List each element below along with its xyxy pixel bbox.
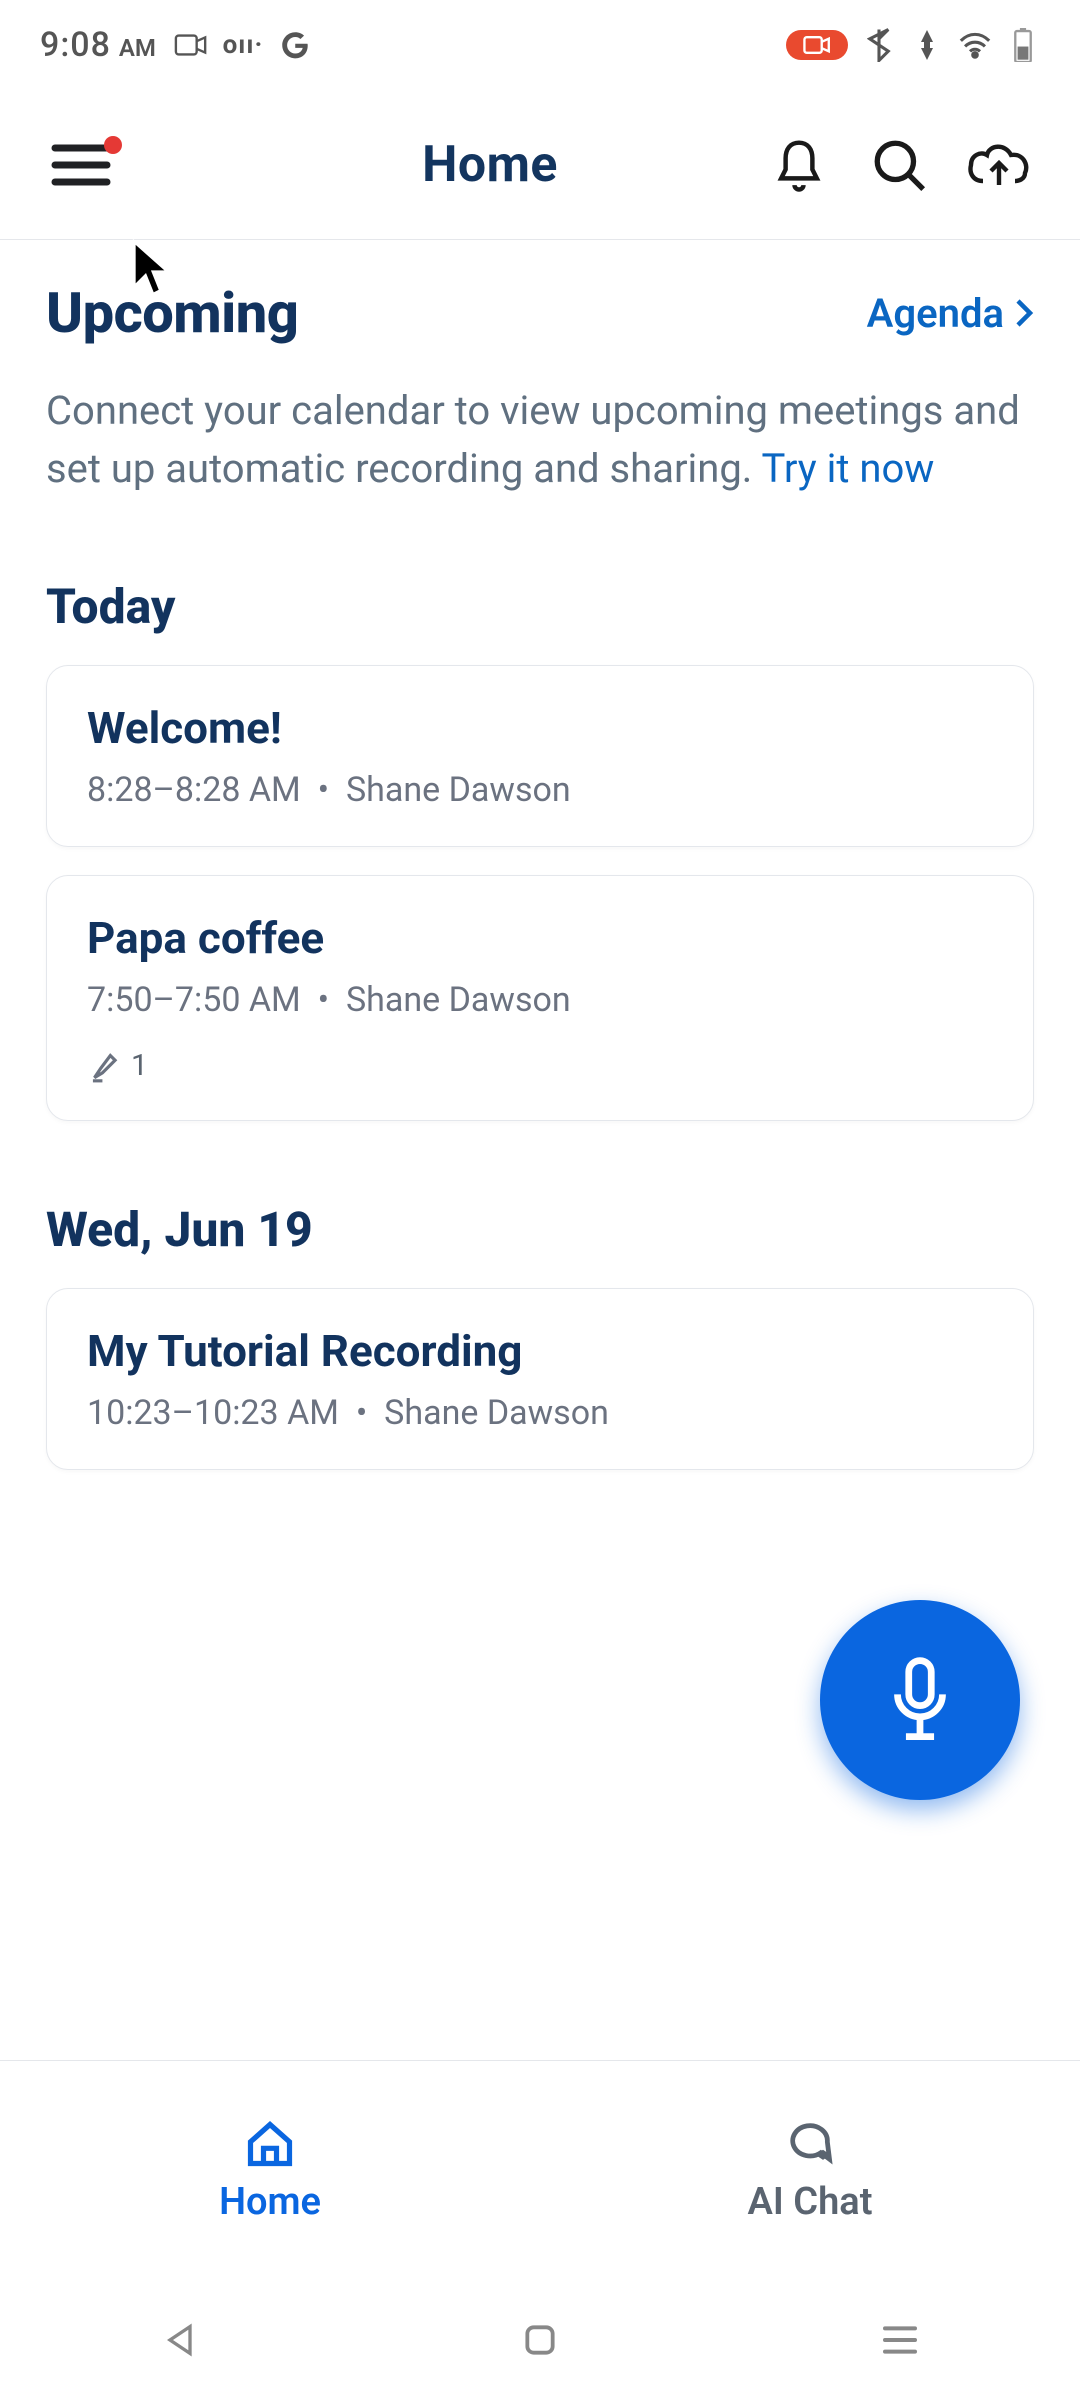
data-sync-icon [910,30,944,60]
meta-separator: • [309,980,346,1020]
recording-time: 7:50–7:50 AM [87,980,301,1020]
meta-separator: • [309,770,346,810]
highlighter-icon [87,1046,121,1084]
recording-owner: Shane Dawson [384,1393,609,1433]
camera-indicator-icon [174,30,208,60]
bottom-tab-bar: Home AI Chat [0,2060,1080,2280]
tab-ai-chat-label: AI Chat [748,2180,873,2224]
recording-meta: 10:23–10:23 AM • Shane Dawson [87,1393,993,1433]
tab-home-label: Home [219,2180,321,2224]
cloud-upload-button[interactable] [964,130,1034,200]
status-right [786,30,1040,60]
bluetooth-icon [862,30,896,60]
section-heading-date: Wed, Jun 19 [46,1201,1034,1258]
status-time-ampm: AM [119,34,156,62]
recording-owner: Shane Dawson [346,980,571,1020]
screen-record-indicator-icon [786,30,848,60]
nav-back-button[interactable] [150,2310,210,2370]
recording-title: Welcome! [87,702,993,754]
status-left: 9:08 AM oıı· [40,25,312,65]
recording-meta: 8:28–8:28 AM • Shane Dawson [87,770,993,810]
status-bar: 9:08 AM oıı· [0,0,1080,90]
audio-level-icon: oıı· [226,30,260,60]
highlight-count: 1 [131,1048,148,1083]
upcoming-title: Upcoming [46,280,298,346]
recording-owner: Shane Dawson [346,770,571,810]
agenda-link[interactable]: Agenda [867,290,1034,337]
chat-sparkle-icon [784,2118,836,2170]
calendar-connect-promo: Connect your calendar to view upcoming m… [46,382,1034,498]
wifi-icon [958,30,992,60]
try-it-now-link[interactable]: Try it now [762,445,935,492]
recording-card[interactable]: Papa coffee 7:50–7:50 AM • Shane Dawson … [46,875,1034,1121]
menu-notification-dot-icon [104,136,122,154]
nav-recents-button[interactable] [870,2310,930,2370]
tab-home[interactable]: Home [0,2061,540,2280]
section-heading-today: Today [46,578,1034,635]
page-title: Home [246,136,734,194]
agenda-link-label: Agenda [867,290,1004,337]
upcoming-header-row: Upcoming Agenda [46,280,1034,346]
system-nav-bar [0,2280,1080,2400]
app-bar: Home [0,90,1080,240]
recording-card[interactable]: My Tutorial Recording 10:23–10:23 AM • S… [46,1288,1034,1470]
recording-highlights: 1 [87,1046,993,1084]
battery-icon [1006,30,1040,60]
status-time-value: 9:08 [40,25,111,65]
status-time: 9:08 AM [40,25,156,65]
tab-ai-chat[interactable]: AI Chat [540,2061,1080,2280]
home-icon [244,2118,296,2170]
chevron-right-icon [1014,298,1034,328]
meta-separator: • [347,1393,384,1433]
recording-meta: 7:50–7:50 AM • Shane Dawson [87,980,993,1020]
search-button[interactable] [864,130,934,200]
recording-time: 10:23–10:23 AM [87,1393,339,1433]
recording-title: Papa coffee [87,912,993,964]
nav-home-button[interactable] [510,2310,570,2370]
recording-card[interactable]: Welcome! 8:28–8:28 AM • Shane Dawson [46,665,1034,847]
content-area: Upcoming Agenda Connect your calendar to… [0,240,1080,2060]
record-fab-button[interactable] [820,1600,1020,1800]
menu-button[interactable] [46,130,116,200]
recording-time: 8:28–8:28 AM [87,770,301,810]
microphone-icon [885,1655,955,1745]
recording-title: My Tutorial Recording [87,1325,993,1377]
notifications-button[interactable] [764,130,834,200]
google-icon [278,30,312,60]
